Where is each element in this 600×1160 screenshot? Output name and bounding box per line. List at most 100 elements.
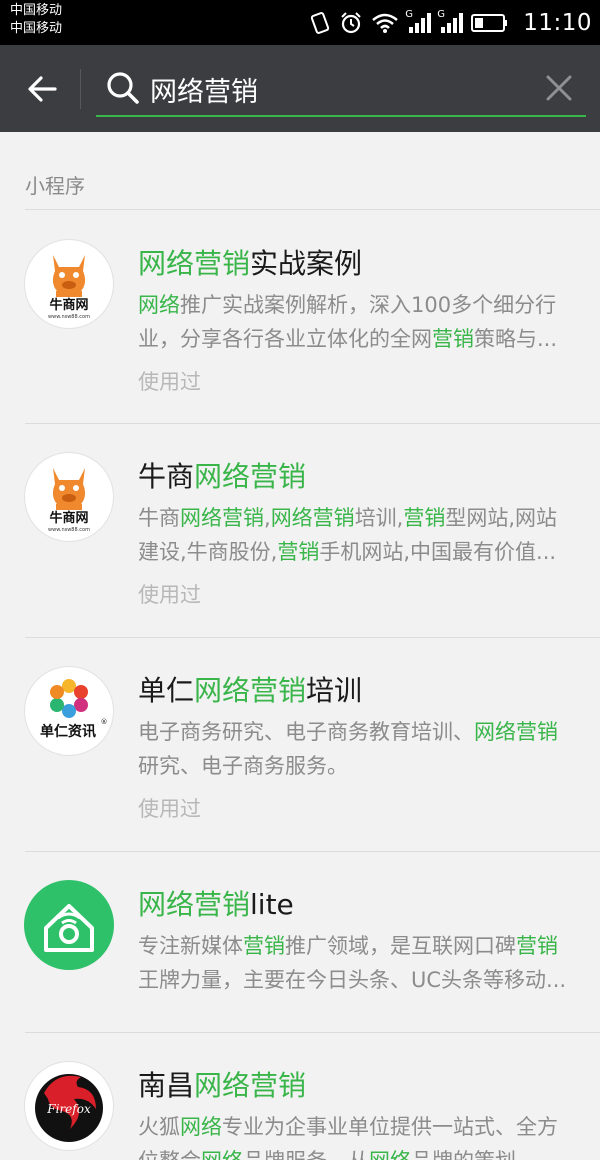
result-item[interactable]: 牛商网 www.nsw88.com 牛商网络营销 牛商网络营销,网络营销培训,营…: [0, 452, 600, 635]
title-highlight: 网络营销: [194, 460, 307, 493]
result-title: 网络营销实战案例: [138, 242, 362, 282]
logo-text: 牛商网: [49, 297, 88, 313]
result-title: 南昌网络营销: [138, 1064, 306, 1104]
title-text: lite: [250, 888, 294, 921]
result-item[interactable]: 网络营销lite 专注新媒体营销推广领域，是互联网口碑营销 王牌力量，主要在今日…: [0, 880, 600, 1033]
result-title: 牛商网络营销: [138, 455, 306, 495]
section-divider: [25, 209, 600, 210]
desc-highlight: 营销: [516, 934, 558, 958]
logo-text: 牛商网: [49, 510, 88, 526]
desc-highlight: 网络: [180, 1115, 222, 1139]
firefox-logo-icon: Firefox: [35, 1074, 103, 1142]
title-highlight: 网络营销: [138, 888, 251, 921]
back-button[interactable]: [20, 67, 64, 111]
desc-text: 策略与...: [474, 327, 558, 351]
desc-text: 品牌的策划: [411, 1149, 516, 1160]
signal-type-label-2: G: [437, 8, 445, 20]
logo-url: www.nsw88.com: [48, 314, 90, 320]
title-text: 实战案例: [250, 247, 363, 280]
desc-text: 培训,: [354, 506, 404, 530]
item-divider: [25, 423, 600, 424]
alarm-icon: [341, 11, 361, 33]
result-description: 专注新媒体营销推广领域，是互联网口碑营销 王牌力量，主要在今日头条、UC头条等移…: [138, 929, 578, 997]
search-icon: [107, 72, 139, 104]
app-logo: Firefox: [24, 1061, 114, 1151]
result-item[interactable]: 单仁资讯 ® 单仁网络营销培训 电子商务研究、电子商务教育培训、网络营销 研究、…: [0, 666, 600, 849]
house-wifi-icon: [44, 904, 94, 952]
signal-2: G: [437, 8, 464, 35]
results-list: 小程序 牛商网 www.nsw88.com 网络营销实战案例 网络推广实战案例解…: [0, 132, 600, 1160]
desc-text: ,: [264, 506, 271, 530]
title-text: 牛商: [138, 460, 195, 493]
app-logo: 牛商网 www.nsw88.com: [24, 239, 114, 329]
desc-text: 推广领域，是互联网口碑: [285, 934, 516, 958]
result-title: 网络营销lite: [138, 883, 294, 923]
desc-text: 建设,牛商股份,: [138, 540, 278, 564]
result-description: 火狐网络专业为企事业单位提供一站式、全方 位整合网络品牌服务，从网络品牌的策划: [138, 1110, 578, 1160]
item-divider: [25, 637, 600, 638]
header-divider: [80, 69, 81, 109]
status-icons: G G 11:10: [309, 0, 592, 45]
clear-search-icon[interactable]: [544, 73, 574, 103]
desc-highlight: 网络: [201, 1149, 243, 1160]
result-description: 网络推广实战案例解析，深入100多个细分行 业，分享各行各业立体化的全网营销策略…: [138, 288, 578, 356]
desc-highlight: 网络: [138, 293, 180, 317]
carrier-label-1: 中国移动: [10, 3, 63, 18]
desc-highlight: 营销: [277, 540, 320, 564]
search-header: [0, 45, 600, 132]
desc-text: 推广实战案例解析，深入100多个细分行: [180, 293, 557, 317]
search-field[interactable]: [96, 59, 586, 117]
desc-text: 型网站,网站: [445, 506, 558, 530]
battery-icon: [471, 13, 508, 32]
carrier-label-2: 中国移动: [10, 21, 63, 36]
app-logo: 单仁资讯 ®: [24, 666, 114, 756]
item-divider: [25, 851, 600, 852]
desc-highlight: 营销: [243, 934, 285, 958]
signal-type-label-1: G: [405, 8, 413, 20]
search-input[interactable]: [150, 69, 520, 109]
title-highlight: 网络营销: [138, 247, 251, 280]
desc-text: 电子商务研究、电子商务教育培训、: [138, 720, 474, 744]
title-highlight: 网络营销: [194, 674, 307, 707]
desc-text: 专注新媒体: [138, 934, 243, 958]
desc-text: 王牌力量，主要在今日头条、UC头条等移动...: [138, 968, 567, 992]
desc-highlight: 营销: [432, 327, 474, 351]
status-bar: 中国移动 中国移动 G G 11:10: [0, 0, 600, 45]
desc-highlight: 网络营销: [270, 506, 355, 530]
result-title: 单仁网络营销培训: [138, 669, 362, 709]
used-label: 使用过: [138, 370, 201, 394]
desc-text: 业，分享各行各业立体化的全网: [138, 327, 432, 351]
app-logo: 牛商网 www.nsw88.com: [24, 452, 114, 542]
clock: 11:10: [523, 9, 592, 36]
back-arrow-icon: [28, 76, 57, 102]
desc-highlight: 网络营销: [474, 720, 558, 744]
result-description: 牛商网络营销,网络营销培训,营销型网站,网站 建设,牛商股份,营销手机网站,中国…: [138, 501, 578, 569]
result-item[interactable]: Firefox 南昌网络营销 火狐网络专业为企事业单位提供一站式、全方 位整合网…: [0, 1061, 600, 1160]
flower-logo-icon: 单仁资讯 ®: [40, 679, 108, 740]
result-item[interactable]: 牛商网 www.nsw88.com 网络营销实战案例 网络推广实战案例解析，深入…: [0, 239, 600, 422]
desc-text: 火狐: [138, 1115, 180, 1139]
logo-text: 单仁资讯: [40, 723, 96, 740]
title-highlight: 网络营销: [194, 1069, 307, 1102]
vibrate-icon: [311, 11, 330, 34]
logo-text: Firefox: [46, 1102, 91, 1116]
section-title: 小程序: [25, 174, 85, 198]
signal-1: G: [405, 8, 432, 35]
desc-highlight: 网络: [369, 1149, 411, 1160]
desc-text: 手机网站,中国最有价值...: [319, 540, 557, 564]
result-description: 电子商务研究、电子商务教育培训、网络营销 研究、电子商务服务。: [138, 715, 578, 783]
item-divider: [25, 1032, 600, 1033]
desc-text: 研究、电子商务服务。: [138, 754, 348, 778]
desc-text: 专业为企事业单位提供一站式、全方: [222, 1115, 558, 1139]
title-text: 南昌: [138, 1069, 195, 1102]
title-text: 培训: [306, 674, 363, 707]
app-logo: [24, 880, 114, 970]
used-label: 使用过: [138, 797, 201, 821]
title-text: 单仁: [138, 674, 195, 707]
desc-text: 位整合: [138, 1149, 201, 1160]
wifi-icon: [372, 13, 399, 33]
bull-mascot-icon: 牛商网 www.nsw88.com: [48, 255, 90, 320]
desc-text: 牛商: [138, 506, 180, 530]
used-label: 使用过: [138, 583, 201, 607]
desc-highlight: 营销: [403, 506, 446, 530]
